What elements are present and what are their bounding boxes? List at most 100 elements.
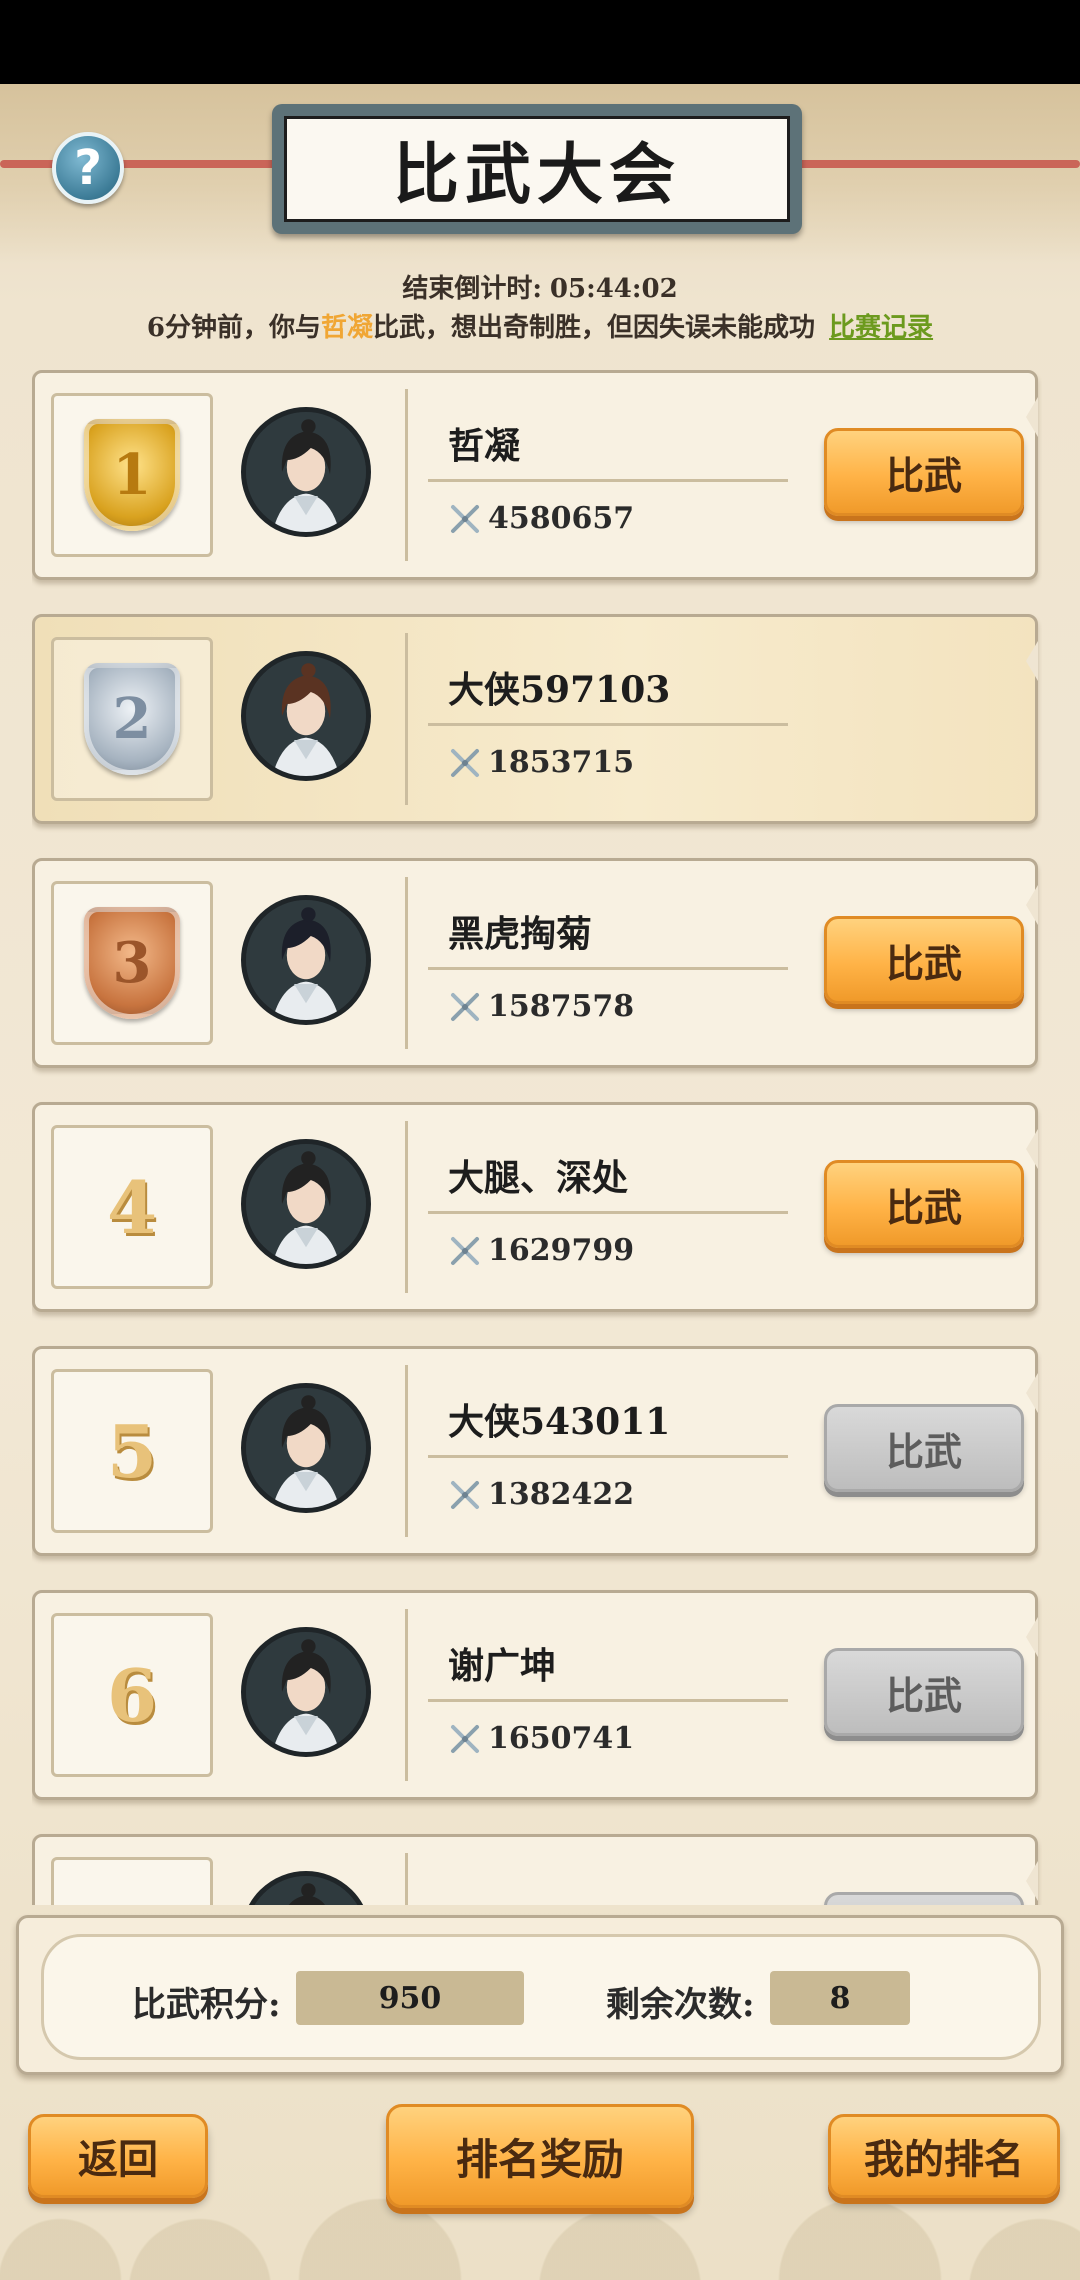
- duel-button: 比武: [824, 1648, 1024, 1736]
- player-name: 黑虎掏菊: [448, 913, 593, 955]
- avatar[interactable]: [241, 895, 371, 1025]
- combat-power: 1853715: [448, 745, 634, 780]
- ranking-card[interactable]: 2 大侠597103 1853715: [32, 614, 1038, 824]
- duel-button[interactable]: 比武: [824, 916, 1024, 1004]
- ranking-card[interactable]: 3 黑虎掏菊 1587578 比武: [32, 858, 1038, 1068]
- player-info: 大侠597103 1853715: [405, 633, 1025, 805]
- avatar[interactable]: [241, 1871, 371, 1905]
- my-rank-button[interactable]: 我的排名: [828, 2114, 1060, 2198]
- countdown: 结束倒计时: 05:44:02: [0, 268, 1080, 305]
- rank-box: 6: [51, 1613, 213, 1777]
- rank-number: 1: [112, 442, 152, 508]
- remaining-label: 剩余次数:: [606, 1985, 755, 2025]
- news-prefix: 6分钟前，你与: [146, 313, 322, 343]
- card-notch: [1026, 397, 1038, 437]
- countdown-value: 05:44:02: [549, 274, 678, 304]
- battle-news: 6分钟前，你与哲凝比武，想出奇制胜，但因失误未能成功 比赛记录: [0, 307, 1080, 344]
- score-panel: 比武积分: 950 剩余次数: 8: [16, 1915, 1064, 2075]
- crossed-swords-icon: [451, 1724, 479, 1753]
- rank-box: 3: [51, 881, 213, 1045]
- combat-power: 1382422: [448, 1477, 634, 1512]
- card-notch: [1026, 1617, 1038, 1657]
- avatar[interactable]: [241, 1627, 371, 1757]
- player-name: 大侠597103: [448, 669, 671, 711]
- combat-power-value: 1629799: [488, 1233, 635, 1268]
- divider: [428, 967, 788, 970]
- combat-power: 1650741: [448, 1721, 634, 1756]
- rank-box: 1: [51, 393, 213, 557]
- back-button[interactable]: 返回: [28, 2114, 208, 2198]
- score-inner: 比武积分: 950 剩余次数: 8: [41, 1934, 1041, 2060]
- status-bar: [0, 0, 1080, 84]
- rank-medal-icon: 2: [84, 663, 180, 775]
- crossed-swords-icon: [451, 992, 479, 1021]
- avatar-portrait: [246, 1876, 366, 1905]
- points-label: 比武积分:: [132, 1985, 281, 2025]
- avatar[interactable]: [241, 1383, 371, 1513]
- ranking-list[interactable]: 1 哲凝 4580657 比武 2 大侠597103 1853715 3 黑虎掏…: [32, 370, 1042, 1905]
- player-name: 哲凝: [448, 425, 521, 467]
- avatar[interactable]: [241, 651, 371, 781]
- divider: [428, 1455, 788, 1458]
- rank-number: 6: [106, 1652, 158, 1738]
- avatar-portrait: [246, 1144, 366, 1264]
- rank-medal-icon: 1: [84, 419, 180, 531]
- avatar-portrait: [246, 1388, 366, 1508]
- card-notch: [1026, 885, 1038, 925]
- duel-button: [824, 1892, 1024, 1905]
- rank-number: 5: [106, 1408, 158, 1494]
- avatar[interactable]: [241, 1139, 371, 1269]
- divider: [428, 1211, 788, 1214]
- help-icon[interactable]: ?: [52, 132, 124, 204]
- crossed-swords-icon: [451, 1236, 479, 1265]
- avatar[interactable]: [241, 407, 371, 537]
- player-name: 大腿、深处: [448, 1157, 629, 1199]
- rank-number: 2: [112, 686, 152, 752]
- crossed-swords-icon: [451, 1480, 479, 1509]
- duel-button[interactable]: 比武: [824, 428, 1024, 516]
- card-notch: [1026, 1861, 1038, 1901]
- ranking-card[interactable]: 4 大腿、深处 1629799 比武: [32, 1102, 1038, 1312]
- divider: [428, 723, 788, 726]
- ranking-card[interactable]: 5 大侠543011 1382422 比武: [32, 1346, 1038, 1556]
- divider: [428, 479, 788, 482]
- duel-button: 比武: [824, 1404, 1024, 1492]
- card-notch: [1026, 641, 1038, 681]
- news-opponent[interactable]: 哲凝: [321, 313, 373, 343]
- ranking-card[interactable]: 1 哲凝 4580657 比武: [32, 370, 1038, 580]
- rank-box: 2: [51, 637, 213, 801]
- crossed-swords-icon: [451, 748, 479, 777]
- combat-power: 4580657: [448, 501, 634, 536]
- rewards-button[interactable]: 排名奖励: [386, 2104, 694, 2208]
- points-value: 950: [296, 1971, 524, 2025]
- rank-number: 3: [112, 930, 152, 996]
- ranking-card[interactable]: 6 谢广坤 1650741 比武: [32, 1590, 1038, 1800]
- avatar-portrait: [246, 412, 366, 532]
- card-notch: [1026, 1373, 1038, 1413]
- combat-power-value: 1587578: [488, 989, 635, 1024]
- rank-box: 5: [51, 1369, 213, 1533]
- countdown-label: 结束倒计时:: [402, 274, 542, 304]
- ranking-card[interactable]: 7: [32, 1834, 1038, 1905]
- player-name: 谢广坤: [448, 1645, 557, 1687]
- battle-record-link[interactable]: 比赛记录: [829, 313, 933, 343]
- avatar-portrait: [246, 1632, 366, 1752]
- rank-number: 4: [106, 1164, 158, 1250]
- title-plaque: 比武大会: [272, 104, 802, 234]
- combat-power-value: 4580657: [488, 501, 635, 536]
- combat-power: 1587578: [448, 989, 634, 1024]
- combat-power-value: 1382422: [488, 1477, 635, 1512]
- rank-box: 4: [51, 1125, 213, 1289]
- remaining-value: 8: [770, 1971, 910, 2025]
- divider: [428, 1699, 788, 1702]
- avatar-portrait: [246, 900, 366, 1020]
- combat-power-value: 1853715: [488, 745, 635, 780]
- page-title: 比武大会: [284, 116, 790, 222]
- combat-power-value: 1650741: [488, 1721, 635, 1756]
- rank-medal-icon: 3: [84, 907, 180, 1019]
- card-notch: [1026, 1129, 1038, 1169]
- news-suffix: 比武，想出奇制胜，但因失误未能成功: [373, 313, 816, 343]
- avatar-portrait: [246, 656, 366, 776]
- duel-button[interactable]: 比武: [824, 1160, 1024, 1248]
- combat-power: 1629799: [448, 1233, 634, 1268]
